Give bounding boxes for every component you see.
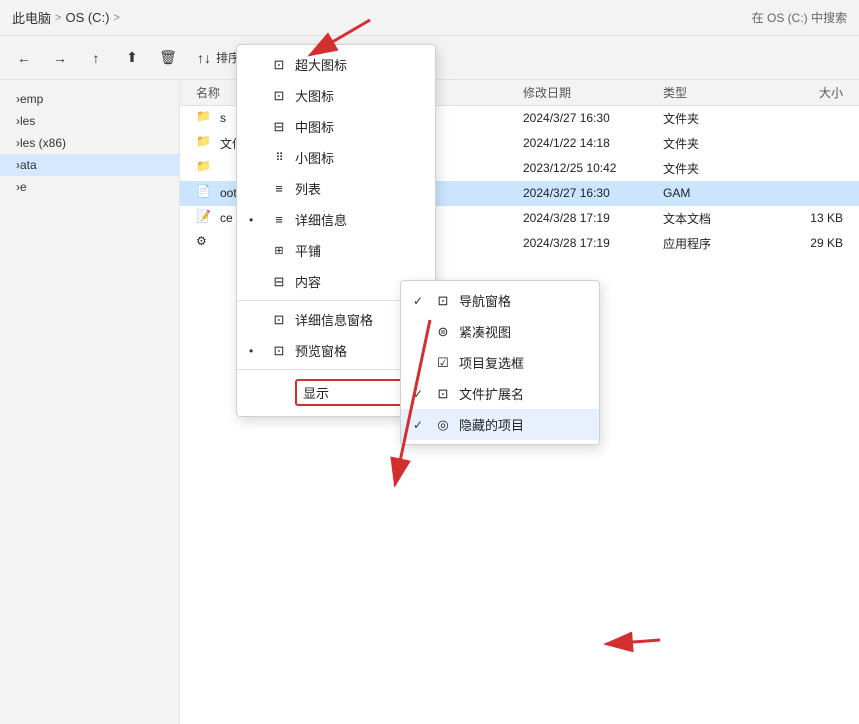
submenu-item-hidden[interactable]: ✓ ◎ 隐藏的项目 bbox=[401, 409, 599, 440]
delete-button[interactable]: 🗑 bbox=[152, 45, 184, 71]
icon-show bbox=[269, 385, 289, 401]
folder-icon: 📁 bbox=[196, 159, 214, 177]
icon-tiles: ⊞ bbox=[269, 243, 289, 259]
file-date: 2023/12/25 10:42 bbox=[523, 161, 663, 175]
menu-item-medium[interactable]: ⊟ 中图标 bbox=[237, 111, 435, 142]
file-size: 29 KB bbox=[763, 236, 843, 250]
icon-list: ≡ bbox=[269, 181, 289, 197]
file-type: 文件夹 bbox=[663, 160, 763, 177]
item-label: 详细信息 bbox=[295, 210, 423, 229]
back-icon: ← bbox=[16, 50, 32, 66]
file-icon: 📄 bbox=[196, 184, 214, 202]
item-label: 平铺 bbox=[295, 241, 423, 260]
breadcrumb-drive[interactable]: OS (C:) bbox=[65, 10, 109, 25]
txt-icon: 📝 bbox=[196, 209, 214, 227]
file-date: 2024/3/27 16:30 bbox=[523, 111, 663, 125]
sort-icon: ↑↓ bbox=[196, 50, 212, 66]
menu-item-list[interactable]: ≡ 列表 bbox=[237, 173, 435, 204]
folder-icon: 📁 bbox=[196, 109, 214, 127]
submenu-item-compact[interactable]: ⊜ 紧凑视图 bbox=[401, 316, 599, 347]
item-label: 显示 bbox=[295, 379, 415, 406]
submenu-item-nav-pane[interactable]: ✓ ⊡ 导航窗格 bbox=[401, 285, 599, 316]
folder-icon: 📁 bbox=[196, 134, 214, 152]
menu-item-tiles[interactable]: ⊞ 平铺 bbox=[237, 235, 435, 266]
menu-item-small[interactable]: ⠿ 小图标 bbox=[237, 142, 435, 173]
sidebar-item-les[interactable]: ›les bbox=[0, 110, 179, 132]
icon-medium: ⊟ bbox=[269, 119, 289, 135]
icon-extra-large: ⊡ bbox=[269, 57, 289, 73]
chevron-icon: › bbox=[16, 114, 20, 128]
file-date: 2024/1/22 14:18 bbox=[523, 136, 663, 150]
sidebar: ›emp ›les ›les (x86) ›ata ›e bbox=[0, 80, 180, 724]
check-icon: ✓ bbox=[413, 418, 429, 432]
item-label: 大图标 bbox=[295, 86, 423, 105]
item-label: 导航窗格 bbox=[459, 291, 587, 310]
submenu-item-checkboxes[interactable]: ☑ 项目复选框 bbox=[401, 347, 599, 378]
sidebar-item-emp[interactable]: ›emp bbox=[0, 88, 179, 110]
menu-item-extra-large[interactable]: ⊡ 超大图标 bbox=[237, 49, 435, 80]
check-icon: • bbox=[249, 213, 265, 227]
icon-content: ⊟ bbox=[269, 274, 289, 290]
icon-extensions: ⊡ bbox=[433, 386, 453, 402]
share-icon: ⬆ bbox=[124, 50, 140, 66]
item-label: 文件扩展名 bbox=[459, 384, 587, 403]
icon-checkboxes: ☑ bbox=[433, 355, 453, 371]
sep1: > bbox=[55, 12, 61, 24]
icon-compact: ⊜ bbox=[433, 324, 453, 340]
item-label: 隐藏的项目 bbox=[459, 415, 587, 434]
menu-item-details[interactable]: • ≡ 详细信息 bbox=[237, 204, 435, 235]
item-label: 紧凑视图 bbox=[459, 322, 587, 341]
breadcrumb: 此电脑 > OS (C:) > bbox=[12, 8, 120, 27]
icon-preview-pane: ⊡ bbox=[269, 343, 289, 359]
icon-large: ⊡ bbox=[269, 88, 289, 104]
file-size: 13 KB bbox=[763, 211, 843, 225]
icon-small: ⠿ bbox=[269, 150, 289, 166]
file-date: 2024/3/27 16:30 bbox=[523, 186, 663, 200]
delete-icon: 🗑 bbox=[160, 50, 176, 66]
check-icon: • bbox=[249, 344, 265, 358]
sidebar-item-ata[interactable]: ›ata bbox=[0, 154, 179, 176]
show-submenu: ✓ ⊡ 导航窗格 ⊜ 紧凑视图 ☑ 项目复选框 ✓ ⊡ 文件扩展名 ✓ ◎ 隐藏… bbox=[400, 280, 600, 445]
chevron-icon: › bbox=[16, 92, 20, 106]
up-button[interactable]: ↑ bbox=[80, 45, 112, 71]
sep2: > bbox=[114, 12, 120, 24]
item-label: 超大图标 bbox=[295, 55, 423, 74]
search-area[interactable]: 在 OS (C:) 中搜索 bbox=[752, 9, 847, 26]
breadcrumb-pc[interactable]: 此电脑 bbox=[12, 8, 51, 27]
sidebar-item-les86[interactable]: ›les (x86) bbox=[0, 132, 179, 154]
icon-details-pane: ⊡ bbox=[269, 312, 289, 328]
icon-nav-pane: ⊡ bbox=[433, 293, 453, 309]
col-header-date: 修改日期 bbox=[523, 84, 663, 101]
file-date: 2024/3/28 17:19 bbox=[523, 236, 663, 250]
exe-icon: ⚙ bbox=[196, 234, 214, 252]
back-button[interactable]: ← bbox=[8, 45, 40, 71]
check-icon: ✓ bbox=[413, 387, 429, 401]
item-label: 小图标 bbox=[295, 148, 423, 167]
menu-item-large[interactable]: ⊡ 大图标 bbox=[237, 80, 435, 111]
col-header-type: 类型 bbox=[663, 84, 763, 101]
submenu-item-extensions[interactable]: ✓ ⊡ 文件扩展名 bbox=[401, 378, 599, 409]
chevron-icon: › bbox=[16, 180, 20, 194]
file-type: 文件夹 bbox=[663, 135, 763, 152]
file-type: 应用程序 bbox=[663, 235, 763, 252]
share-button[interactable]: ⬆ bbox=[116, 45, 148, 71]
item-label: 项目复选框 bbox=[459, 353, 587, 372]
forward-icon: → bbox=[52, 50, 68, 66]
icon-details: ≡ bbox=[269, 212, 289, 228]
file-date: 2024/3/28 17:19 bbox=[523, 211, 663, 225]
file-type: 文本文档 bbox=[663, 210, 763, 227]
file-type: 文件夹 bbox=[663, 110, 763, 127]
up-icon: ↑ bbox=[88, 50, 104, 66]
check-icon: ✓ bbox=[413, 294, 429, 308]
item-label: 中图标 bbox=[295, 117, 423, 136]
chevron-icon: › bbox=[16, 158, 20, 172]
forward-button[interactable]: → bbox=[44, 45, 76, 71]
sidebar-item-e[interactable]: ›e bbox=[0, 176, 179, 198]
col-header-size: 大小 bbox=[763, 84, 843, 101]
title-bar: 此电脑 > OS (C:) > 在 OS (C:) 中搜索 bbox=[0, 0, 859, 36]
file-type: GAM bbox=[663, 186, 763, 200]
item-label: 列表 bbox=[295, 179, 423, 198]
icon-hidden: ◎ bbox=[433, 417, 453, 433]
chevron-icon: › bbox=[16, 136, 20, 150]
